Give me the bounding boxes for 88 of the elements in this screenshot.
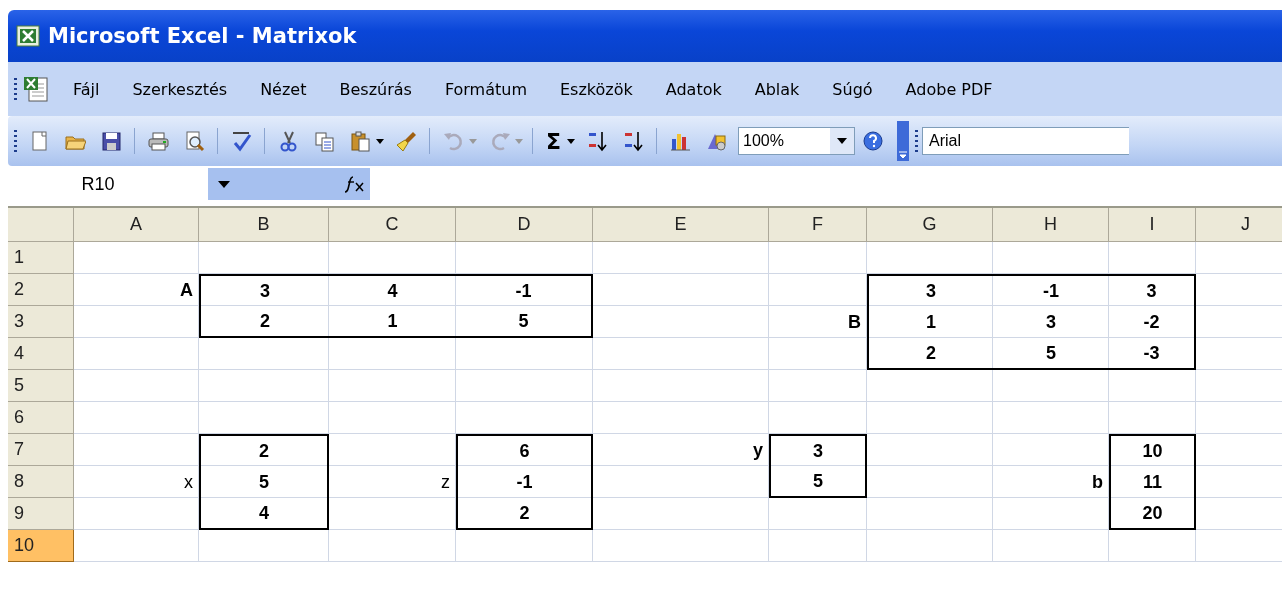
row-header[interactable]: 5 [8, 370, 74, 402]
window-title: Microsoft Excel - Matrixok [48, 24, 357, 48]
row-header[interactable]: 10 [8, 530, 74, 562]
font-dropdown[interactable]: Arial [922, 127, 1130, 155]
printer-icon[interactable] [147, 130, 169, 152]
menu-item[interactable]: Formátum [444, 79, 527, 99]
name-box[interactable]: R10 [8, 168, 208, 200]
sort-descending-icon[interactable] [622, 130, 645, 152]
grip-icon [915, 130, 919, 152]
table-cell: -1 [456, 274, 593, 306]
menu-item[interactable]: Eszközök [560, 79, 633, 99]
table-cell: 5 [456, 306, 593, 338]
table-cell-text: A [179, 278, 194, 302]
column-header[interactable]: B [199, 208, 329, 242]
zoom-dropdown[interactable]: 100% [738, 127, 856, 155]
table-cell: 6 [456, 434, 593, 466]
menu-item[interactable]: Fájl [73, 79, 100, 99]
menu-item[interactable]: Ablak [754, 79, 800, 99]
menu-item[interactable]: Beszúrás [339, 79, 412, 99]
caret-icon[interactable] [376, 138, 384, 144]
table-cell: 2 [867, 338, 993, 370]
table-cell: 2 [199, 434, 329, 466]
table-cell: 5 [769, 466, 867, 498]
autosum-button[interactable]: Σ [546, 128, 562, 154]
toolbar-options-button[interactable] [897, 121, 910, 161]
paintbrush-icon[interactable] [395, 130, 417, 152]
menu-item[interactable]: Nézet [260, 79, 307, 99]
table-cell: 3 [867, 274, 993, 306]
column-header[interactable]: D [456, 208, 593, 242]
table-cell: -2 [1109, 306, 1196, 338]
row-header[interactable]: 2 [8, 274, 74, 306]
table-cell: 3 [769, 434, 867, 466]
table-cell: 3 [199, 274, 329, 306]
clipboard-icon[interactable] [349, 130, 371, 152]
copy-icon[interactable] [313, 130, 335, 152]
row-header[interactable]: 9 [8, 498, 74, 530]
row-header[interactable]: 4 [8, 338, 74, 370]
table-cell-text: B [847, 310, 862, 334]
sort-ascending-icon[interactable] [586, 130, 609, 152]
grip-icon [14, 130, 17, 152]
table-cell-text: x [183, 470, 194, 494]
table-cell: 1 [867, 306, 993, 338]
table-cell: 5 [199, 466, 329, 498]
help-icon[interactable] [862, 130, 885, 152]
table-cell-text: 3 [1045, 310, 1057, 334]
menu-item[interactable]: Adobe PDF [905, 79, 993, 99]
table-cell: -3 [1109, 338, 1196, 370]
column-header[interactable]: G [867, 208, 993, 242]
column-header[interactable]: C [329, 208, 456, 242]
caret-icon[interactable] [567, 138, 576, 144]
table-cell: 1 [329, 306, 456, 338]
spell-check-icon[interactable] [230, 130, 252, 152]
row-header[interactable]: 8 [8, 466, 74, 498]
row-header[interactable]: 6 [8, 402, 74, 434]
magnifier-page-icon[interactable] [183, 130, 205, 152]
table-cell: 10 [1109, 434, 1196, 466]
table-cell: 11 [1109, 466, 1196, 498]
caret-icon [898, 149, 909, 159]
column-header[interactable]: H [993, 208, 1109, 242]
table-cell: 2 [456, 498, 593, 530]
table-cell: 2 [199, 306, 329, 338]
table-cell: 20 [1109, 498, 1196, 530]
column-header[interactable]: E [593, 208, 769, 242]
table-cell: 4 [329, 274, 456, 306]
column-header[interactable]: A [74, 208, 199, 242]
function-icon[interactable] [344, 175, 366, 193]
caret-icon [218, 180, 230, 188]
workbook-icon[interactable] [21, 74, 51, 104]
table-cell: 3 [1109, 274, 1196, 306]
table-cell: 4 [199, 498, 329, 530]
menu-item[interactable]: Szerkesztés [132, 79, 228, 99]
spreadsheet-icon [16, 25, 40, 47]
column-header[interactable]: J [1196, 208, 1282, 242]
grip-icon [14, 78, 17, 100]
row-header[interactable]: 1 [8, 242, 74, 274]
column-header[interactable]: I [1109, 208, 1196, 242]
caret-icon [837, 138, 848, 144]
table-cell-text: b [1091, 470, 1104, 494]
table-cell: -1 [456, 466, 593, 498]
table-cell: 5 [993, 338, 1109, 370]
table-cell: -1 [993, 274, 1109, 306]
table-cell-text: y [752, 438, 764, 462]
menu-item[interactable]: Súgó [832, 79, 873, 99]
row-header[interactable]: 3 [8, 306, 74, 338]
menu-item[interactable]: Adatok [665, 79, 722, 99]
row-header[interactable]: 7 [8, 434, 74, 466]
column-header[interactable]: F [769, 208, 867, 242]
table-cell-text: z [440, 470, 451, 494]
